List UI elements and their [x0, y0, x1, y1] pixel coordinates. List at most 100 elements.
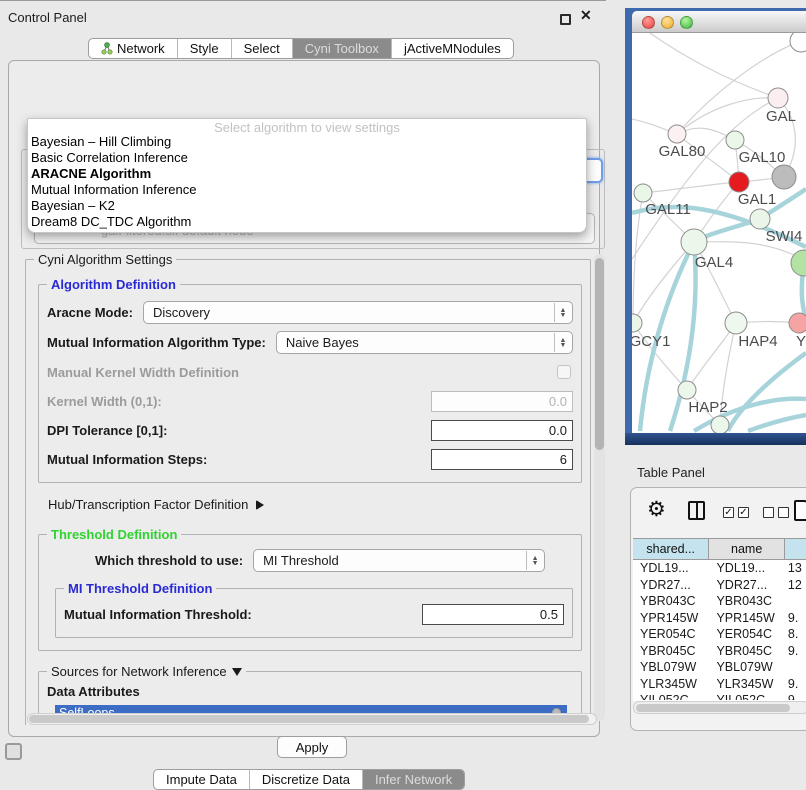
which-threshold-value: MI Threshold — [263, 553, 339, 568]
document-icon[interactable] — [794, 500, 806, 521]
tab-impute-data[interactable]: Impute Data — [154, 770, 250, 789]
apply-button[interactable]: Apply — [277, 736, 347, 758]
tab-select[interactable]: Select — [232, 39, 293, 58]
manual-kernel-checkbox[interactable] — [557, 365, 571, 379]
mi-threshold-field[interactable]: 0.5 — [422, 604, 564, 625]
node-table: shared...name YDL19...YDL19...13YDR27...… — [633, 538, 806, 701]
algorithm-option-mutual-information-inference[interactable]: Mutual Information Inference — [28, 182, 586, 198]
sources-legend[interactable]: Sources for Network Inference — [47, 664, 246, 679]
settings-vertical-scrollbar[interactable] — [594, 254, 605, 721]
node-label: HAP2 — [688, 399, 727, 416]
minimize-window-icon[interactable] — [661, 16, 674, 29]
data-attributes-label: Data Attributes — [47, 684, 573, 699]
hub-definition-toggle[interactable]: Hub/Transcription Factor Definition — [48, 497, 590, 512]
tab-label: Select — [244, 41, 280, 56]
network-node-y[interactable] — [789, 313, 806, 333]
table-cell: YLR345W — [709, 677, 784, 691]
table-row[interactable]: YBR043CYBR043C — [633, 593, 806, 610]
close-window-icon[interactable] — [642, 16, 655, 29]
control-panel-title: Control Panel — [8, 10, 87, 25]
scrollbar-thumb[interactable] — [636, 704, 790, 712]
aracne-mode-row: Aracne Mode: Discovery ▲▼ — [47, 301, 573, 324]
column-header-shared[interactable]: shared... — [633, 539, 709, 559]
column-header-clipped[interactable] — [785, 539, 806, 559]
network-node[interactable] — [711, 416, 729, 433]
network-node-gal80[interactable] — [668, 125, 686, 143]
network-canvas[interactable]: GALGAL80GAL10GAL1GAL11SWI4GAL4GCY1HAP4YH… — [632, 33, 806, 433]
columns-icon[interactable] — [688, 501, 705, 520]
mi-algorithm-type-select[interactable]: Naive Bayes ▲▼ — [276, 331, 573, 354]
stepper-arrows-icon: ▲▼ — [554, 303, 571, 322]
table-panel: ⚙ ✓ ✓ shared...name YDL19...YDL19...13YD… — [630, 487, 806, 731]
which-threshold-label: Which threshold to use: — [95, 553, 243, 568]
kernel-width-field[interactable]: 0.0 — [431, 391, 573, 412]
dpi-tolerance-label: DPI Tolerance [0,1]: — [47, 423, 167, 438]
gear-icon[interactable]: ⚙ — [647, 497, 666, 522]
network-node-gal[interactable] — [768, 88, 788, 108]
network-node-hap4[interactable] — [725, 312, 747, 334]
close-panel-icon[interactable]: ✕ — [580, 7, 592, 24]
table-row[interactable]: YDL19...YDL19...13 — [633, 560, 806, 577]
table-row[interactable]: YLR345WYLR345W9. — [633, 676, 806, 693]
table-row[interactable]: YBL079WYBL079W — [633, 659, 806, 676]
which-threshold-select[interactable]: MI Threshold ▲▼ — [253, 549, 545, 572]
table-cell: 13 — [785, 561, 806, 575]
table-cell: YIL052C — [709, 693, 784, 700]
dpi-tolerance-field[interactable]: 0.0 — [431, 420, 573, 441]
table-cell: YBR045C — [633, 644, 709, 658]
table-horizontal-scrollbar[interactable] — [633, 701, 806, 714]
column-header-name[interactable]: name — [709, 539, 784, 559]
unchecked-checkbox-icon[interactable] — [763, 507, 774, 518]
mi-steps-field[interactable]: 6 — [431, 449, 573, 470]
algorithm-option-dream8-dc-tdc-algorithm[interactable]: Dream8 DC_TDC Algorithm — [28, 214, 586, 230]
tab-cyni-toolbox[interactable]: Cyni Toolbox — [293, 39, 392, 58]
network-node[interactable] — [772, 165, 796, 189]
expanded-arrow-icon — [232, 668, 242, 676]
network-node[interactable] — [791, 250, 806, 276]
scrollbar-thumb[interactable] — [595, 258, 604, 450]
which-threshold-row: Which threshold to use: MI Threshold ▲▼ — [95, 549, 573, 572]
dpi-tolerance-row: DPI Tolerance [0,1]: 0.0 — [47, 419, 573, 441]
algorithm-definition-group: Algorithm Definition Aracne Mode: Discov… — [38, 284, 582, 483]
table-toolbar: ⚙ ✓ ✓ — [631, 488, 806, 536]
scrollbar-thumb[interactable] — [29, 715, 589, 723]
table-row[interactable]: YER054CYER054C8. — [633, 626, 806, 643]
table-row[interactable]: YIL052CYIL052C9. — [633, 692, 806, 700]
network-node-swi4[interactable] — [750, 209, 770, 229]
mi-threshold-label: Mutual Information Threshold: — [64, 607, 252, 622]
node-label: GAL11 — [645, 201, 691, 218]
checked-checkbox-icon[interactable]: ✓ — [723, 507, 734, 518]
table-header-row: shared...name — [633, 538, 806, 560]
collapsed-panel-icon[interactable] — [5, 743, 22, 760]
tab-discretize-data[interactable]: Discretize Data — [250, 770, 363, 789]
network-node-hap2[interactable] — [678, 381, 696, 399]
network-node-gal1[interactable] — [729, 172, 749, 192]
algorithm-option-bayesian-k2[interactable]: Bayesian – K2 — [28, 198, 586, 214]
network-node-gal10[interactable] — [726, 131, 744, 149]
table-row[interactable]: YDR27...YDR27...12 — [633, 577, 806, 594]
table-row[interactable]: YBR045CYBR045C9. — [633, 643, 806, 660]
node-label: Y — [796, 333, 806, 350]
tab-style[interactable]: Style — [178, 39, 232, 58]
tab-network[interactable]: Network — [89, 39, 178, 58]
network-node[interactable] — [790, 33, 806, 52]
algorithm-option-basic-correlation-inference[interactable]: Basic Correlation Inference — [28, 150, 586, 166]
zoom-window-icon[interactable] — [680, 16, 693, 29]
algorithm-option-aracne-algorithm[interactable]: ARACNE Algorithm — [28, 166, 586, 182]
network-node-gal11[interactable] — [634, 184, 652, 202]
table-row[interactable]: YPR145WYPR145W9. — [633, 610, 806, 627]
settings-horizontal-scrollbar[interactable] — [27, 713, 597, 725]
network-window-titlebar[interactable] — [632, 11, 806, 33]
tab-label: Network — [117, 41, 165, 56]
aracne-mode-select[interactable]: Discovery ▲▼ — [143, 301, 573, 324]
tab-infer-network[interactable]: Infer Network — [363, 770, 464, 789]
node-label: GAL80 — [659, 143, 706, 160]
checked-checkbox-icon[interactable]: ✓ — [738, 507, 749, 518]
unchecked-checkbox-icon[interactable] — [778, 507, 789, 518]
network-node-gal4[interactable] — [681, 229, 707, 255]
network-node-gcy1[interactable] — [632, 314, 642, 332]
float-window-icon[interactable] — [560, 14, 571, 25]
algorithm-option-bayesian-hill-climbing[interactable]: Bayesian – Hill Climbing — [28, 134, 586, 150]
tab-jactivemnodules[interactable]: jActiveMNodules — [392, 39, 513, 58]
tab-label: Impute Data — [166, 772, 237, 787]
